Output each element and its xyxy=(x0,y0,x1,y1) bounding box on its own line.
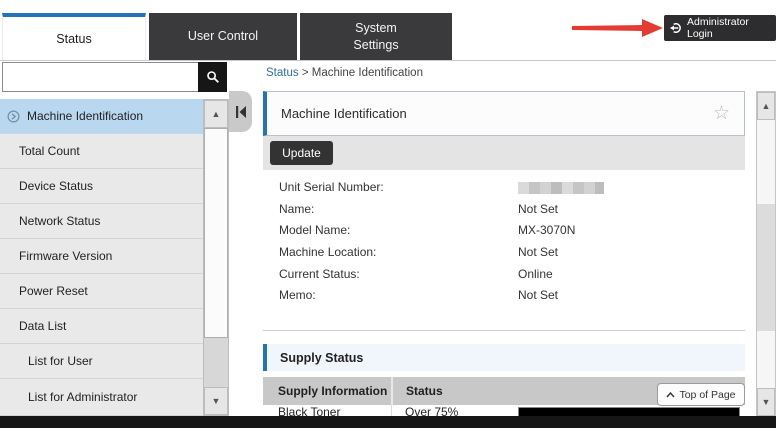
search-button[interactable] xyxy=(198,62,227,92)
arrow-down-icon: ▼ xyxy=(212,396,221,406)
breadcrumb-status-link[interactable]: Status xyxy=(266,67,299,79)
administrator-login-button[interactable]: Administrator Login xyxy=(664,15,776,41)
arrow-up-icon: ▲ xyxy=(762,101,771,111)
sidebar-item-label: List for User xyxy=(28,354,93,368)
field-label: Current Status: xyxy=(279,267,360,281)
sidebar-search xyxy=(2,62,227,92)
sidebar-item-device-status[interactable]: Device Status xyxy=(0,169,203,204)
breadcrumb-current: Machine Identification xyxy=(312,67,423,79)
field-label: Memo: xyxy=(279,288,316,302)
search-icon xyxy=(206,70,220,84)
field-value: Not Set xyxy=(518,199,558,221)
sidebar-item-label: Total Count xyxy=(19,144,80,158)
sidebar-scroll-down-button[interactable]: ▼ xyxy=(204,387,228,415)
column-header-status: Status xyxy=(391,377,443,405)
content-scroll-up-button[interactable]: ▲ xyxy=(757,92,775,120)
sidebar-item-label: Machine Identification xyxy=(27,109,143,123)
arrow-up-icon: ▲ xyxy=(212,109,221,119)
field-row: Memo: Not Set xyxy=(279,285,739,307)
column-header-supply-information: Supply Information xyxy=(263,384,391,398)
sidebar-item-firmware-version[interactable]: Firmware Version xyxy=(0,239,203,274)
annotation-arrow xyxy=(572,18,664,38)
sidebar-item-network-status[interactable]: Network Status xyxy=(0,204,203,239)
sidebar-item-label: Device Status xyxy=(19,179,93,193)
field-row: Current Status: Online xyxy=(279,264,739,286)
tab-status[interactable]: Status xyxy=(2,13,146,60)
tab-system-settings-label: System Settings xyxy=(341,20,411,53)
sidebar-collapse-handle[interactable] xyxy=(229,91,252,132)
supply-status-section-header: Supply Status xyxy=(263,344,745,371)
arrow-down-icon: ▼ xyxy=(762,397,771,407)
field-label: Machine Location: xyxy=(279,245,376,259)
sidebar-item-power-reset[interactable]: Power Reset xyxy=(0,274,203,309)
sidebar-item-list-for-administrator[interactable]: List for Administrator xyxy=(0,379,203,416)
sidebar-item-label: Power Reset xyxy=(19,284,88,298)
field-label: Model Name: xyxy=(279,223,350,237)
sidebar-item-label: Data List xyxy=(19,319,66,333)
page-title: Machine Identification xyxy=(281,106,407,121)
sidebar-item-data-list[interactable]: Data List xyxy=(0,309,203,344)
sidebar-item-label: Network Status xyxy=(19,214,100,228)
sidebar-item-label: Firmware Version xyxy=(19,249,112,263)
field-label: Name: xyxy=(279,202,314,216)
caret-up-icon xyxy=(666,392,675,398)
header-divider xyxy=(0,60,776,61)
content-scroll-down-button[interactable]: ▼ xyxy=(757,388,775,416)
search-input[interactable] xyxy=(2,62,198,92)
content-scrollbar[interactable]: ▲ ▼ xyxy=(756,91,776,417)
field-row: Name: Not Set xyxy=(279,199,739,221)
sidebar-item-list-for-user[interactable]: List for User xyxy=(0,344,203,379)
tab-system-settings[interactable]: System Settings xyxy=(300,13,452,60)
chevron-circle-icon xyxy=(7,110,20,123)
sidebar-item-machine-identification[interactable]: Machine Identification xyxy=(0,99,203,134)
supply-status-title: Supply Status xyxy=(280,351,363,365)
field-value: Not Set xyxy=(518,242,558,264)
bottom-bar xyxy=(0,416,776,428)
machine-identification-panel-header: Machine Identification ☆ xyxy=(263,91,745,136)
field-value: Online xyxy=(518,264,553,286)
tab-user-control[interactable]: User Control xyxy=(149,13,297,60)
tab-user-control-label: User Control xyxy=(188,28,258,44)
section-divider xyxy=(263,330,745,331)
administrator-login-label: Administrator Login xyxy=(687,16,771,40)
top-of-page-label: Top of Page xyxy=(679,389,735,401)
machine-info-fields: Unit Serial Number: Name: Not Set Model … xyxy=(279,177,739,307)
toolbar-row xyxy=(263,136,745,170)
favorite-star-icon[interactable]: ☆ xyxy=(713,104,730,123)
content-scrollbar-thumb[interactable] xyxy=(757,204,775,331)
sidebar-scroll-up-button[interactable]: ▲ xyxy=(204,100,228,128)
top-of-page-button[interactable]: Top of Page xyxy=(657,383,745,406)
breadcrumb-separator: > xyxy=(302,67,309,79)
field-label: Unit Serial Number: xyxy=(279,180,384,194)
breadcrumb: Status > Machine Identification xyxy=(266,67,423,79)
login-icon xyxy=(669,21,682,35)
sidebar-scrollbar-thumb[interactable] xyxy=(204,128,228,338)
field-value: MX-3070N xyxy=(518,220,575,242)
sidebar-item-label: List for Administrator xyxy=(28,390,137,404)
tab-status-label: Status xyxy=(56,32,91,46)
device-webui-screen: Status User Control System Settings Admi… xyxy=(0,0,776,428)
update-button[interactable]: Update xyxy=(270,141,333,165)
redacted-serial-value xyxy=(518,182,604,194)
collapse-left-icon xyxy=(235,105,247,119)
field-value: Not Set xyxy=(518,285,558,307)
field-row: Unit Serial Number: xyxy=(279,177,739,199)
sidebar-item-total-count[interactable]: Total Count xyxy=(0,134,203,169)
field-row: Machine Location: Not Set xyxy=(279,242,739,264)
sidebar-scrollbar[interactable]: ▲ ▼ xyxy=(203,99,229,416)
field-row: Model Name: MX-3070N xyxy=(279,220,739,242)
